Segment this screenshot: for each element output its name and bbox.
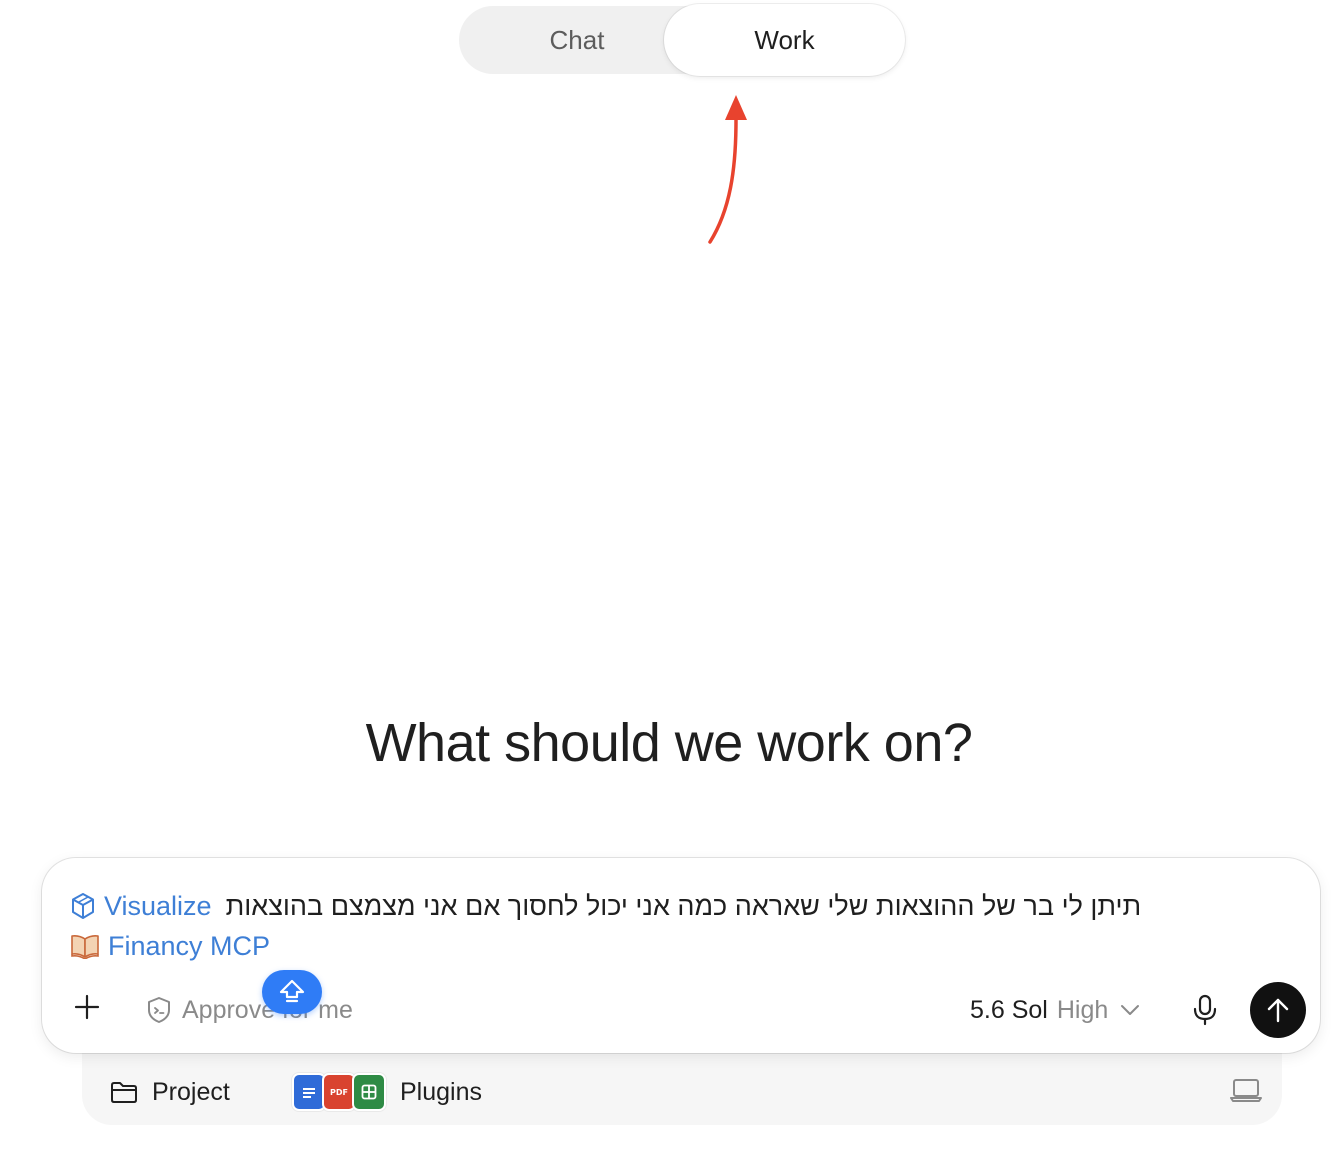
tab-work[interactable]: Work: [664, 4, 905, 76]
mode-toggle: Chat Work: [459, 4, 905, 76]
laptop-icon[interactable]: [1230, 1076, 1262, 1104]
financy-mcp-chip[interactable]: Financy MCP: [70, 931, 270, 962]
visualize-chip[interactable]: Visualize: [70, 891, 212, 922]
composer-line-2: Financy MCP: [70, 926, 270, 966]
project-label: Project: [152, 1077, 230, 1106]
plugin-icons: PDF: [292, 1073, 386, 1111]
tab-chat[interactable]: Chat: [459, 6, 695, 74]
add-attachment-button[interactable]: [70, 990, 104, 1024]
microphone-button[interactable]: [1188, 992, 1222, 1028]
plugins-button[interactable]: PDF Plugins: [292, 1072, 482, 1112]
annotation-arrow-icon: [708, 95, 747, 244]
docs-icon: [292, 1073, 326, 1111]
pdf-icon: PDF: [322, 1073, 356, 1111]
shift-arrow-icon: [279, 979, 305, 1003]
model-effort: High: [1056, 995, 1109, 1024]
sheets-icon: [352, 1073, 386, 1111]
chevron-down-icon: [1120, 1004, 1140, 1016]
model-selector[interactable]: 5.6 Sol High: [970, 992, 1140, 1028]
shift-key-badge: [262, 970, 322, 1014]
approve-for-me-toggle[interactable]: Approve for me: [146, 992, 353, 1028]
shield-icon: [148, 997, 170, 1023]
send-button[interactable]: [1250, 982, 1306, 1038]
pdf-badge-text: PDF: [330, 1087, 348, 1097]
plus-icon: [74, 994, 100, 1020]
prompt-text[interactable]: תיתן לי בר של ההוצאות שלי שאראה כמה אני …: [226, 891, 1142, 922]
microphone-icon: [1193, 994, 1217, 1026]
book-icon: [71, 935, 99, 959]
model-name: 5.6 Sol: [970, 995, 1048, 1024]
folder-icon: [111, 1082, 137, 1103]
visualize-chip-label: Visualize: [104, 890, 212, 921]
composer-line-1: Visualize תיתן לי בר של ההוצאות שלי שארא…: [70, 886, 1141, 926]
arrow-up-icon: [1267, 998, 1289, 1023]
financy-mcp-chip-label: Financy MCP: [108, 930, 271, 961]
page-title: What should we work on?: [365, 713, 973, 773]
project-button[interactable]: Project: [110, 1072, 230, 1112]
composer: Visualize תיתן לי בר של ההוצאות שלי שארא…: [42, 858, 1320, 1053]
cube-icon: [72, 893, 94, 919]
plugins-label: Plugins: [400, 1077, 482, 1106]
